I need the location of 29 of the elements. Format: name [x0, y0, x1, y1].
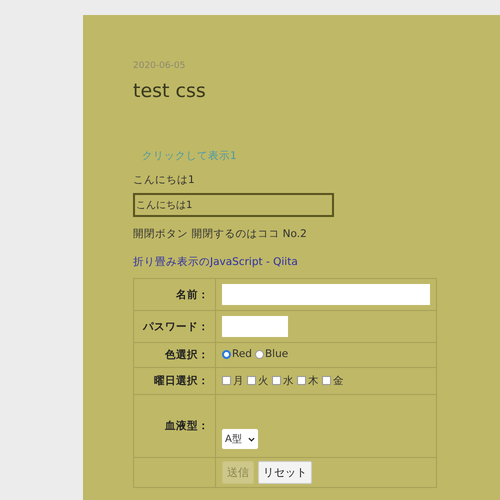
- option-label: Red: [232, 348, 252, 360]
- caret-icon: [248, 436, 255, 442]
- field-label: 名前：: [176, 288, 209, 300]
- article-link[interactable]: 折り畳み表示のJavaScript - Qiita: [133, 256, 298, 268]
- name-field[interactable]: [222, 284, 430, 305]
- field-label: パスワード：: [143, 320, 209, 332]
- bordered-text: こんにちは1: [133, 193, 334, 217]
- checkbox[interactable]: [222, 376, 231, 386]
- option-label: 火: [258, 374, 269, 388]
- radio-button[interactable]: [254, 350, 264, 359]
- field-label: 曜日選択：: [154, 375, 209, 387]
- caption-text: 開閉ボタン 開閉するのはココ No.2: [133, 228, 307, 240]
- option-label: 木: [308, 374, 319, 388]
- blood-type-select[interactable]: A型: [222, 429, 258, 449]
- password-field[interactable]: [222, 316, 288, 337]
- checkbox[interactable]: [247, 376, 256, 386]
- field-label: 血液型：: [165, 420, 209, 432]
- radio-button[interactable]: [222, 350, 231, 359]
- option-label: 金: [333, 374, 344, 388]
- greeting-text: こんにちは1: [133, 174, 195, 186]
- checkbox[interactable]: [272, 376, 281, 386]
- field-label: 色選択：: [165, 349, 209, 361]
- checkbox[interactable]: [322, 376, 331, 386]
- reset-button[interactable]: リセット: [258, 461, 312, 484]
- option-label: 月: [233, 374, 244, 388]
- option-label: 水: [283, 374, 294, 388]
- checkbox[interactable]: [297, 376, 306, 386]
- post-title: test css: [133, 80, 207, 102]
- option-label: Blue: [264, 348, 288, 360]
